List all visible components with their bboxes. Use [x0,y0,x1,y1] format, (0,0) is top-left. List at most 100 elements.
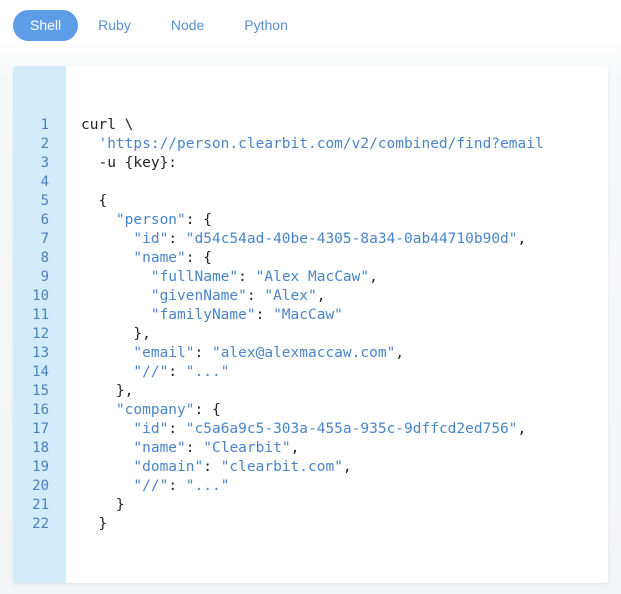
line-number: 3 [40,155,49,171]
language-tabs: Shell Ruby Node Python [13,10,308,41]
code-text: "//": "..." [81,477,229,496]
line-number: 20 [32,478,49,494]
code-token: -u {key}: [81,155,178,171]
line-number: 16 [32,402,49,418]
tab-node[interactable]: Node [151,10,224,41]
line-number: 22 [32,516,49,532]
code-line: 19 "domain": "clearbit.com", [13,458,608,477]
code-text: "fullName": "Alex MacCaw", [81,268,378,287]
tab-python[interactable]: Python [224,10,308,41]
code-token: : [194,345,212,361]
code-line: 10 "givenName": "Alex", [13,287,608,306]
code-text: "name": { [81,249,212,268]
code-text: { [81,192,107,211]
code-line: 11 "familyName": "MacCaw" [13,306,608,325]
string-token: "d54c54ad-40be-4305-8a34-0ab44710b90d" [185,231,518,247]
code-line: 15 }, [13,382,608,401]
code-line: 13 "email": "alex@alexmaccaw.com", [13,344,608,363]
tab-shell[interactable]: Shell [13,10,79,41]
line-number: 19 [32,459,49,475]
code-line: 18 "name": "Clearbit", [13,439,608,458]
code-line: 6 "person": { [13,211,608,230]
tab-ruby[interactable]: Ruby [78,10,151,41]
code-text: "familyName": "MacCaw" [81,306,343,325]
code-line: 3 -u {key}: [13,154,608,173]
line-number: 21 [32,497,49,513]
string-token: "Alex MacCaw" [255,269,370,285]
string-token: "company" [115,402,195,418]
code-text: "id": "d54c54ad-40be-4305-8a34-0ab44710b… [81,230,526,249]
string-token: "c5a6a9c5-303a-455a-935c-9dffcd2ed756" [185,421,518,437]
code-text: }, [81,325,150,344]
code-text: 'https://person.clearbit.com/v2/combined… [81,135,543,154]
code-token: , [517,421,527,437]
string-token: "..." [185,364,230,380]
code-text: "id": "c5a6a9c5-303a-455a-935c-9dffcd2ed… [81,420,526,439]
code-token: curl \ [81,117,134,133]
code-text: } [81,515,107,534]
line-number: 1 [40,117,49,133]
code-line: 12 }, [13,325,608,344]
string-token: "MacCaw" [273,307,343,323]
code-line: 20 "//": "..." [13,477,608,496]
code-line: 7 "id": "d54c54ad-40be-4305-8a34-0ab4471… [13,230,608,249]
code-line: 5 { [13,192,608,211]
code-line: 9 "fullName": "Alex MacCaw", [13,268,608,287]
string-token: "Clearbit" [203,440,291,456]
string-token: "..." [185,478,230,494]
string-token: "domain" [133,459,204,475]
code-lines: 1 curl \ 2 'https://person.clearbit.com/v2… [13,116,608,534]
code-token: }, [81,383,134,399]
code-token: : { [185,212,212,228]
code-text: "company": { [81,401,221,420]
code-token: { [81,193,108,209]
string-token: "familyName" [150,307,256,323]
code-token: : [168,421,186,437]
code-text: "name": "Clearbit", [81,439,299,458]
line-number: 12 [32,326,49,342]
string-token: "Alex" [264,288,317,304]
code-line: 8 "name": { [13,249,608,268]
line-number: 8 [40,250,49,266]
code-line: 21 } [13,496,608,515]
line-number: 7 [40,231,49,247]
string-token: "givenName" [150,288,247,304]
line-number: 14 [32,364,49,380]
code-token: : [255,307,274,323]
code-token: } [81,497,125,513]
code-token: : [168,364,186,380]
string-token: "name" [133,440,186,456]
code-line: 14 "//": "..." [13,363,608,382]
string-token: "//" [133,478,169,494]
code-line: 16 "company": { [13,401,608,420]
code-line: 4 [13,173,608,192]
line-number: 18 [32,440,49,456]
line-number: 13 [32,345,49,361]
line-number: 10 [32,288,49,304]
string-token: "clearbit.com" [220,459,343,475]
code-token: : { [185,250,212,266]
code-text: "person": { [81,211,212,230]
code-text: "//": "..." [81,363,229,382]
code-text: "domain": "clearbit.com", [81,458,351,477]
string-token: "person" [115,212,186,228]
string-token: "fullName" [150,269,239,285]
code-token: , [316,288,326,304]
code-token: , [395,345,405,361]
line-number: 11 [32,307,49,323]
line-number: 5 [40,193,49,209]
line-number: 9 [40,269,49,285]
line-number: 15 [32,383,49,399]
code-block[interactable]: 1 curl \ 2 'https://person.clearbit.com/v2… [13,66,608,583]
code-token: : [246,288,265,304]
